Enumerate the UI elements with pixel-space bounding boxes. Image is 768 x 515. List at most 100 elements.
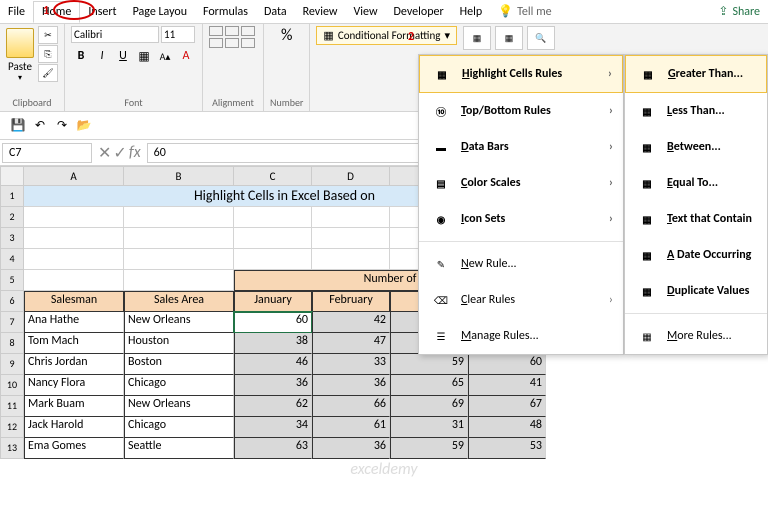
menu-item-data-bars[interactable]: ▬Data Bars› (419, 129, 623, 165)
cell[interactable]: Jack Harold (24, 417, 124, 438)
menu-item-duplicate-values[interactable]: ▦Duplicate Values (625, 273, 767, 309)
tab-formulas[interactable]: Formulas (195, 2, 256, 22)
row-header[interactable]: 7 (0, 312, 24, 333)
cell[interactable]: 59 (390, 438, 468, 459)
cell[interactable] (312, 249, 390, 270)
italic-button[interactable]: I (92, 46, 112, 66)
tab-view[interactable]: View (345, 2, 385, 22)
enter-icon[interactable]: ✓ (113, 143, 126, 163)
cell[interactable]: 48 (468, 417, 546, 438)
row-header[interactable]: 8 (0, 333, 24, 354)
cell[interactable]: Ema Gomes (24, 438, 124, 459)
cell[interactable]: Mark Buam (24, 396, 124, 417)
cell[interactable]: 62 (234, 396, 312, 417)
col-header-C[interactable]: C (234, 166, 312, 186)
cell[interactable]: 65 (390, 375, 468, 396)
menu-item-between-[interactable]: ▦Between... (625, 129, 767, 165)
save-button[interactable]: 💾 (10, 118, 26, 134)
row-header[interactable]: 5 (0, 270, 24, 291)
col-header-A[interactable]: A (24, 166, 124, 186)
tab-help[interactable]: Help (452, 2, 491, 22)
col-header-B[interactable]: B (124, 166, 234, 186)
menu-item-icon-sets[interactable]: ◉Icon Sets› (419, 201, 623, 237)
cell[interactable]: 31 (390, 417, 468, 438)
cell[interactable] (24, 270, 124, 291)
fx-icon[interactable]: fx (129, 143, 141, 163)
font-size-select[interactable]: 11 (161, 26, 195, 43)
cell[interactable]: 34 (234, 417, 312, 438)
cell[interactable]: 33 (312, 354, 390, 375)
cell[interactable]: January (234, 291, 312, 312)
row-header[interactable]: 4 (0, 249, 24, 270)
font-color-button[interactable]: A (176, 46, 196, 66)
cut-button[interactable]: ✂ (38, 26, 58, 44)
cell[interactable]: 42 (312, 312, 390, 333)
cell[interactable] (234, 228, 312, 249)
row-header[interactable]: 1 (0, 186, 24, 207)
menu-item-text-that-contain[interactable]: ▦Text that Contain (625, 201, 767, 237)
col-header-D[interactable]: D (312, 166, 390, 186)
cell[interactable] (124, 270, 234, 291)
row-header[interactable]: 6 (0, 291, 24, 312)
underline-button[interactable]: U (113, 46, 133, 66)
undo-button[interactable]: ↶ (32, 118, 48, 134)
cancel-icon[interactable]: ✕ (98, 143, 111, 163)
open-button[interactable]: 📂 (76, 118, 92, 134)
cell[interactable]: 60 (468, 354, 546, 375)
tab-home[interactable]: Home (33, 1, 80, 23)
row-header[interactable]: 13 (0, 438, 24, 459)
cell[interactable]: 63 (234, 438, 312, 459)
cell[interactable]: Chris Jordan (24, 354, 124, 375)
cell-styles-button[interactable]: ▦ (495, 26, 523, 50)
share-button[interactable]: ⇪ Share (710, 1, 768, 22)
cell[interactable]: Salesman (24, 291, 124, 312)
border-button[interactable]: ▦ (134, 46, 154, 66)
cell[interactable]: 41 (468, 375, 546, 396)
cell[interactable]: Boston (124, 354, 234, 375)
name-box[interactable]: C7 (2, 143, 92, 163)
cell[interactable]: February (312, 291, 390, 312)
cell[interactable]: 36 (312, 375, 390, 396)
cell[interactable]: 61 (312, 417, 390, 438)
format-painter-button[interactable]: 🖌 (38, 64, 58, 82)
cell[interactable] (234, 249, 312, 270)
menu-item-equal-to-[interactable]: ▦Equal To... (625, 165, 767, 201)
menu-item-less-than-[interactable]: ▦Less Than... (625, 93, 767, 129)
font-name-select[interactable]: Calibri (71, 26, 159, 43)
copy-button[interactable]: ⎘ (38, 45, 58, 63)
cell[interactable] (24, 207, 124, 228)
row-header[interactable]: 12 (0, 417, 24, 438)
cell[interactable]: Nancy Flora (24, 375, 124, 396)
cell[interactable] (124, 207, 234, 228)
cell[interactable]: New Orleans (124, 312, 234, 333)
menu-item-a-date-occurring[interactable]: ▦A Date Occurring (625, 237, 767, 273)
bold-button[interactable]: B (71, 46, 91, 66)
cell[interactable]: 47 (312, 333, 390, 354)
cell[interactable]: 53 (468, 438, 546, 459)
cell[interactable] (24, 228, 124, 249)
cell[interactable]: 60 (234, 312, 312, 333)
tab-developer[interactable]: Developer (386, 2, 452, 22)
cell[interactable]: 46 (234, 354, 312, 375)
cell[interactable] (312, 228, 390, 249)
cell[interactable]: 36 (234, 375, 312, 396)
cell[interactable]: 36 (312, 438, 390, 459)
tab-data[interactable]: Data (256, 2, 295, 22)
cell[interactable] (24, 249, 124, 270)
menu-item-highlight-cells-rules[interactable]: ▦Highlight Cells Rules› (419, 55, 623, 93)
menu-item-clear-rules[interactable]: ⌫Clear Rules› (419, 282, 623, 318)
conditional-formatting-button[interactable]: ▦ Conditional Formatting ▾ (316, 26, 457, 45)
tell-me[interactable]: 💡 Tell me (490, 1, 559, 22)
cell[interactable]: Sales Area (124, 291, 234, 312)
paste-button[interactable]: Paste ▾ (6, 26, 34, 83)
cell[interactable]: 67 (468, 396, 546, 417)
redo-button[interactable]: ↷ (54, 118, 70, 134)
cell[interactable] (124, 228, 234, 249)
menu-item-manage-rules-[interactable]: ☰Manage Rules... (419, 318, 623, 354)
menu-item-color-scales[interactable]: ▤Color Scales› (419, 165, 623, 201)
cell[interactable]: Chicago (124, 417, 234, 438)
select-all-corner[interactable] (0, 166, 24, 186)
cell[interactable] (312, 207, 390, 228)
cell[interactable]: Seattle (124, 438, 234, 459)
tab-review[interactable]: Review (295, 2, 346, 22)
